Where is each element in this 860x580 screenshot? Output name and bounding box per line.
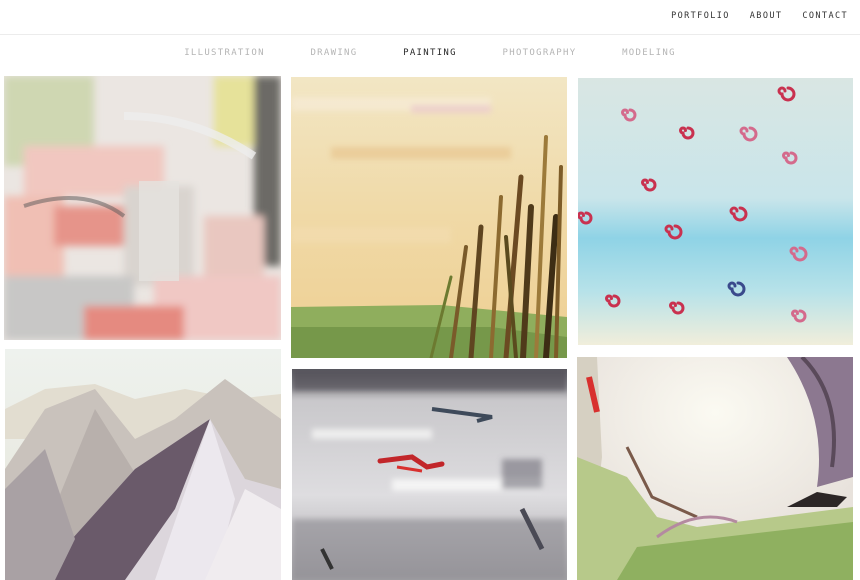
category-modeling-link[interactable]: MODELING [622, 48, 676, 58]
painting-image-2 [291, 77, 567, 358]
painting-image-3 [578, 78, 853, 345]
painting-image-4 [5, 349, 281, 580]
painting-image-1 [4, 76, 281, 340]
painting-image-6 [577, 357, 853, 580]
gallery-item-3[interactable] [578, 78, 853, 345]
category-painting-link[interactable]: PAINTING [403, 48, 457, 58]
gallery-item-5[interactable] [292, 369, 567, 580]
gallery-item-1[interactable] [4, 76, 281, 340]
nav-portfolio-link[interactable]: PORTFOLIO [671, 11, 730, 21]
top-navigation: PORTFOLIO ABOUT CONTACT [671, 11, 848, 21]
nav-contact-link[interactable]: CONTACT [802, 11, 848, 21]
painting-image-5 [292, 369, 567, 580]
gallery-item-6[interactable] [577, 357, 853, 580]
category-illustration-link[interactable]: ILLUSTRATION [184, 48, 265, 58]
gallery-item-4[interactable] [5, 349, 281, 580]
category-filter-nav: ILLUSTRATION DRAWING PAINTING PHOTOGRAPH… [0, 40, 860, 59]
category-photography-link[interactable]: PHOTOGRAPHY [503, 48, 577, 58]
nav-about-link[interactable]: ABOUT [750, 11, 783, 21]
site-header: PORTFOLIO ABOUT CONTACT [0, 0, 860, 35]
gallery-item-2[interactable] [291, 77, 567, 358]
category-drawing-link[interactable]: DRAWING [310, 48, 357, 58]
